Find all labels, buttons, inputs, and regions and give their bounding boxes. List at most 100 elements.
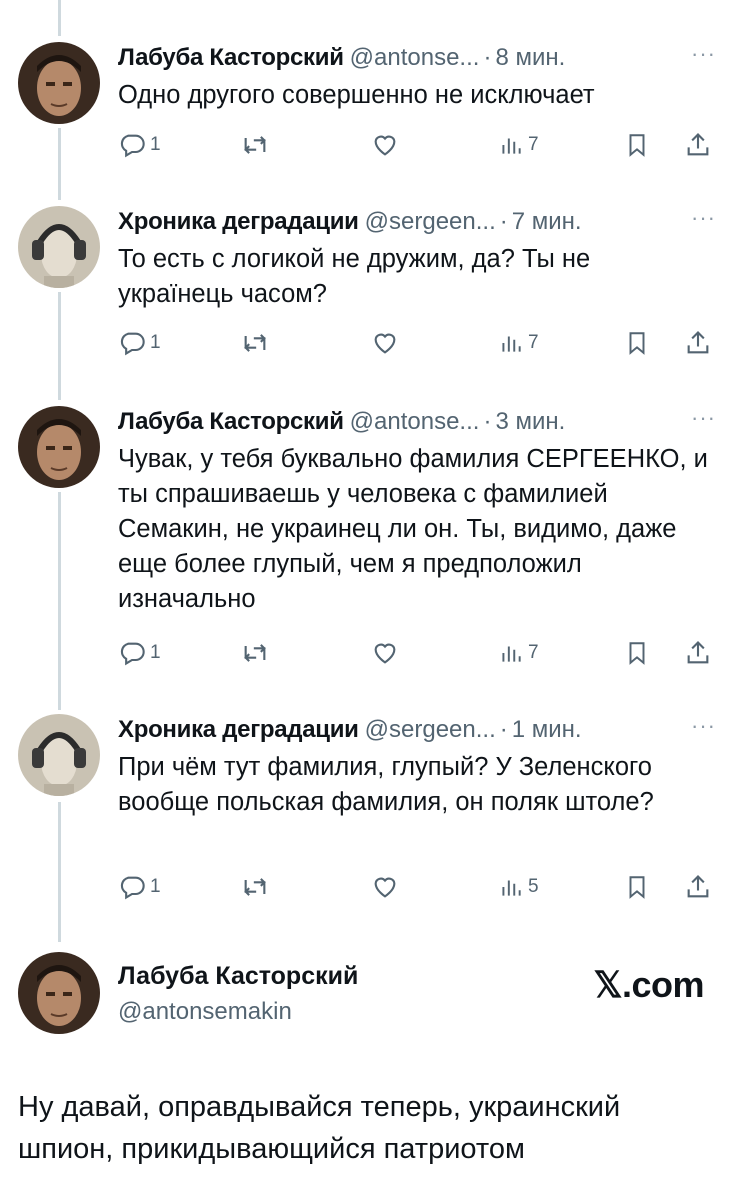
- tweet-time[interactable]: 1 мин.: [512, 716, 582, 743]
- views-button[interactable]: 5: [498, 870, 539, 904]
- author-name[interactable]: Лабуба Касторский: [118, 962, 358, 991]
- reply-icon: [118, 639, 146, 667]
- author-handle[interactable]: @antonse...: [350, 44, 480, 71]
- tweet-text: Одно другого совершенно не исключает: [118, 81, 595, 109]
- repost-button[interactable]: [240, 128, 274, 162]
- tweet[interactable]: Хроника деградации @sergeen... · 7 мин. ···…: [0, 204, 736, 374]
- author-name[interactable]: Хроника деградации: [118, 716, 359, 743]
- views-button[interactable]: 7: [498, 326, 539, 360]
- more-options-icon[interactable]: ···: [691, 204, 716, 232]
- views-count: 5: [528, 876, 539, 897]
- tweet-text: При чём тут фамилия, глупый? У Зеленског…: [118, 753, 654, 816]
- bookmark-button[interactable]: [624, 636, 650, 670]
- views-count: 7: [528, 642, 539, 663]
- author-handle[interactable]: @antonse...: [350, 408, 480, 435]
- share-button[interactable]: [684, 128, 712, 162]
- avatar[interactable]: [18, 952, 100, 1034]
- repost-button[interactable]: [240, 636, 274, 670]
- reply-count: 1: [150, 332, 161, 353]
- share-button[interactable]: [684, 636, 712, 670]
- reply-icon: [118, 329, 146, 357]
- reply-button[interactable]: 1: [118, 870, 161, 904]
- repost-icon: [240, 873, 270, 901]
- reply-count: 1: [150, 876, 161, 897]
- bookmark-icon: [624, 873, 650, 901]
- tweet[interactable]: Хроника деградации @sergeen... · 1 мин. ···…: [0, 712, 736, 922]
- more-options-icon[interactable]: ···: [691, 404, 716, 432]
- reply-button[interactable]: 1: [118, 128, 161, 162]
- tweet-time[interactable]: 7 мин.: [512, 208, 582, 235]
- tweet-header: Хроника деградации @sergeen... · 7 мин.: [118, 204, 582, 240]
- repost-button[interactable]: [240, 326, 274, 360]
- share-icon: [684, 873, 712, 901]
- share-button[interactable]: [684, 326, 712, 360]
- more-options-icon[interactable]: ···: [691, 712, 716, 740]
- tweet-actions: 1 7: [118, 326, 718, 360]
- heart-icon: [370, 639, 400, 667]
- author-name[interactable]: Хроника деградации: [118, 208, 359, 235]
- share-icon: [684, 329, 712, 357]
- share-icon: [684, 131, 712, 159]
- tweet-actions: 1 7: [118, 636, 718, 670]
- author-name[interactable]: Лабуба Касторский: [118, 44, 344, 71]
- reply-button[interactable]: 1: [118, 326, 161, 360]
- heart-icon: [370, 329, 400, 357]
- repost-icon: [240, 329, 270, 357]
- reply-button[interactable]: 1: [118, 636, 161, 670]
- x-logo: 𝕏.com: [593, 964, 704, 1005]
- views-count: 7: [528, 134, 539, 155]
- views-icon: [498, 639, 524, 667]
- tweet-time[interactable]: 3 мин.: [495, 408, 565, 435]
- avatar[interactable]: [18, 714, 100, 796]
- repost-icon: [240, 131, 270, 159]
- views-icon: [498, 329, 524, 357]
- tweet-header: Лабуба Касторский @antonse... · 3 мин.: [118, 404, 565, 440]
- tweet-time[interactable]: 8 мин.: [495, 44, 565, 71]
- tweet-text: Чувак, у тебя буквально фамилия СЕРГЕЕНК…: [118, 445, 708, 613]
- separator-dot: ·: [499, 716, 508, 743]
- author-name[interactable]: Лабуба Касторский: [118, 408, 344, 435]
- like-button[interactable]: [370, 870, 404, 904]
- repost-button[interactable]: [240, 870, 274, 904]
- views-icon: [498, 131, 524, 159]
- avatar[interactable]: [18, 406, 100, 488]
- separator-dot: ·: [483, 408, 492, 435]
- heart-icon: [370, 873, 400, 901]
- tweet-text: Ну давай, оправдывайся теперь, украински…: [18, 1091, 621, 1165]
- views-count: 7: [528, 332, 539, 353]
- like-button[interactable]: [370, 636, 404, 670]
- bookmark-icon: [624, 329, 650, 357]
- author-handle[interactable]: @sergeen...: [365, 716, 496, 743]
- share-button[interactable]: [684, 870, 712, 904]
- bookmark-button[interactable]: [624, 128, 650, 162]
- author-handle[interactable]: @antonsemakin: [118, 998, 292, 1026]
- heart-icon: [370, 131, 400, 159]
- separator-dot: ·: [499, 208, 508, 235]
- share-icon: [684, 639, 712, 667]
- views-button[interactable]: 7: [498, 128, 539, 162]
- avatar[interactable]: [18, 42, 100, 124]
- avatar[interactable]: [18, 206, 100, 288]
- tweet[interactable]: Лабуба Касторский @antonse... · 3 мин. ··· …: [0, 404, 736, 684]
- tweet-actions: 1 7: [118, 128, 718, 162]
- views-icon: [498, 873, 524, 901]
- bookmark-button[interactable]: [624, 326, 650, 360]
- more-options-icon[interactable]: ···: [691, 40, 716, 68]
- repost-icon: [240, 639, 270, 667]
- tweet-header: Лабуба Касторский @antonse... · 8 мин.: [118, 40, 565, 76]
- reply-count: 1: [150, 134, 161, 155]
- tweet[interactable]: Лабуба Касторский @antonse... · 8 мин. ··· …: [0, 40, 736, 170]
- main-tweet[interactable]: Лабуба Касторский @antonsemakin 𝕏.com Ну…: [0, 946, 736, 1176]
- views-button[interactable]: 7: [498, 636, 539, 670]
- reply-icon: [118, 131, 146, 159]
- bookmark-button[interactable]: [624, 870, 650, 904]
- tweet-text: То есть с логикой не дружим, да? Ты не у…: [118, 245, 591, 308]
- separator-dot: ·: [483, 44, 492, 71]
- bookmark-icon: [624, 639, 650, 667]
- author-handle[interactable]: @sergeen...: [365, 208, 496, 235]
- like-button[interactable]: [370, 128, 404, 162]
- tweet-actions: 1 5: [118, 870, 718, 904]
- like-button[interactable]: [370, 326, 404, 360]
- reply-count: 1: [150, 642, 161, 663]
- thread-line-top: [58, 0, 61, 36]
